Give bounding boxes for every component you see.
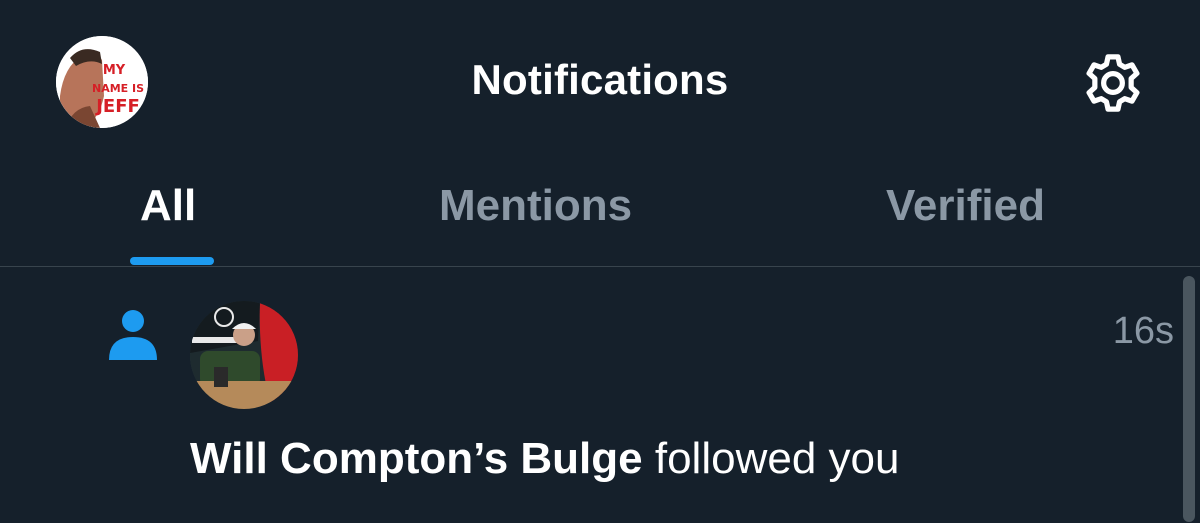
top-bar: MY NAME IS JEFF Notifications bbox=[0, 0, 1200, 160]
notification-timestamp: 16s bbox=[1112, 310, 1174, 352]
notification-item[interactable]: 16s Will Compton’s Bulge followed you bbox=[0, 267, 1200, 523]
notification-action-text: followed you bbox=[654, 434, 900, 483]
tab-verified[interactable]: Verified bbox=[886, 178, 1045, 234]
scrollbar[interactable] bbox=[1183, 276, 1195, 522]
tab-all[interactable]: All bbox=[140, 178, 196, 234]
follower-avatar-image bbox=[190, 301, 298, 409]
notification-user-name[interactable]: Will Compton’s Bulge bbox=[190, 434, 643, 483]
active-tab-indicator bbox=[130, 257, 214, 265]
gear-icon bbox=[1086, 54, 1140, 112]
follower-avatar[interactable] bbox=[190, 301, 298, 409]
page-title: Notifications bbox=[471, 56, 729, 103]
notification-tabs: All Mentions Verified bbox=[0, 160, 1200, 266]
settings-button[interactable] bbox=[1080, 50, 1146, 116]
person-icon bbox=[106, 307, 160, 361]
notification-text: Will Compton’s Bulge followed you bbox=[190, 431, 899, 487]
tab-mentions[interactable]: Mentions bbox=[439, 178, 632, 234]
